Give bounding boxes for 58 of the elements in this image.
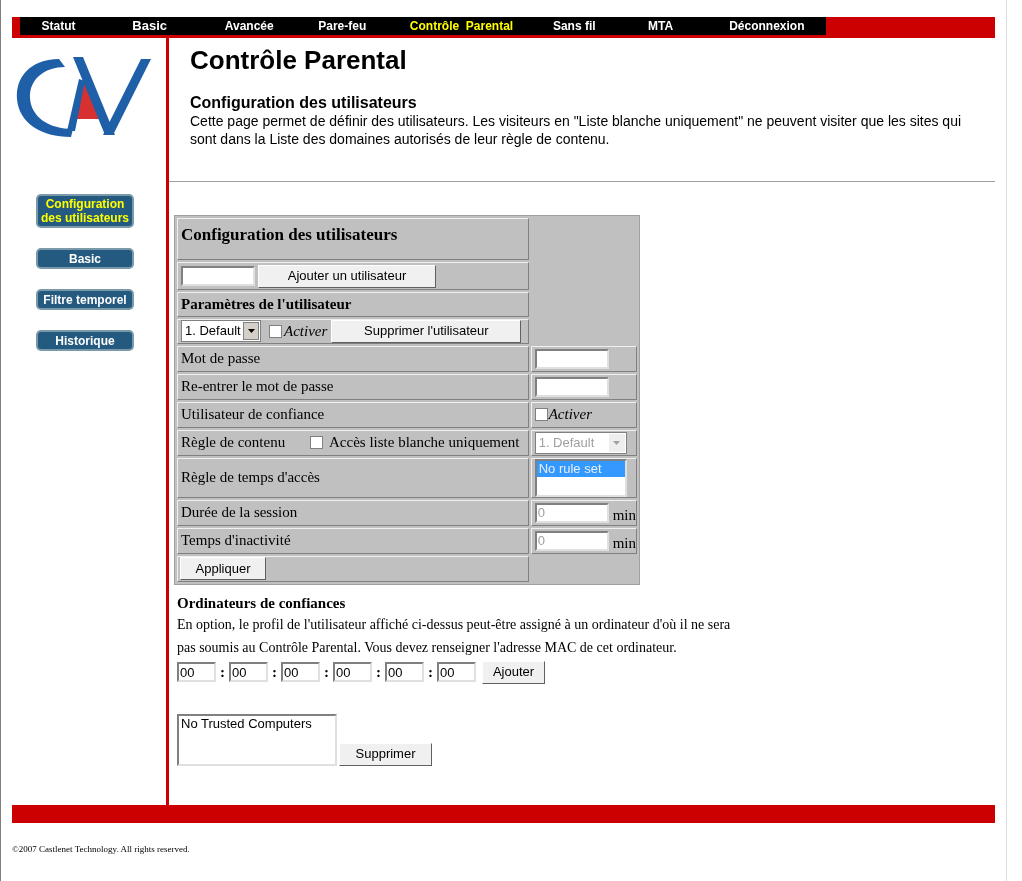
add-user-button[interactable]: Ajouter un utilisateur xyxy=(258,264,436,288)
add-button[interactable]: Ajouter xyxy=(482,660,545,684)
nav-tab[interactable]: Avancée xyxy=(202,17,297,35)
row-label: Règle de contenu xyxy=(181,433,287,453)
caret-icon xyxy=(247,329,255,333)
unit-label: min xyxy=(612,534,636,551)
checkbox-label: Accès liste blanche uniquement xyxy=(329,433,520,453)
dropdown[interactable]: 1. Default xyxy=(181,320,261,342)
section-title: Configuration des utilisateurs xyxy=(190,94,418,112)
mac-field[interactable]: 00 xyxy=(385,662,424,682)
apply-button[interactable]: Appliquer xyxy=(180,557,266,580)
row-label: Mot de passe xyxy=(181,350,261,367)
input-field[interactable] xyxy=(181,266,255,286)
sidebar-button[interactable]: Basic xyxy=(36,248,134,269)
mac-field[interactable]: 00 xyxy=(177,662,216,682)
copyright-text: ©2007 Castlenet Technology. All rights reserved. xyxy=(12,843,191,856)
delete-button[interactable]: Supprimer xyxy=(339,742,432,766)
section-heading: Ordinateurs de confiances xyxy=(177,593,347,613)
mac-field[interactable]: 00 xyxy=(229,662,268,682)
unit-label: min xyxy=(612,506,636,523)
mac-field[interactable]: 00 xyxy=(281,662,320,682)
mac-field[interactable]: 00 xyxy=(437,662,476,682)
sidebar-button[interactable]: Filtre temporel xyxy=(36,289,134,310)
row-label: Temps d'inactivité xyxy=(181,532,291,549)
checkbox[interactable] xyxy=(534,408,548,421)
password-field[interactable] xyxy=(534,348,609,369)
list-box[interactable]: No Trusted Computers xyxy=(177,713,337,766)
list-option[interactable]: No Trusted Computers xyxy=(179,715,335,732)
trusted-description: En option, le profil de l'utilisateur affiché ci-dessus peut-être assigné à un ordinateur d'où il ne sera pas soumis au Contrôle Parental. Vous devez renseigner l'adresse MAC de cet ordinateur. xyxy=(177,615,732,657)
password-field[interactable] xyxy=(534,376,609,397)
section-heading: Paramètres de l'utilisateur xyxy=(181,296,352,312)
checkbox[interactable] xyxy=(269,324,282,338)
nav-tab[interactable]: Statut xyxy=(20,17,98,35)
separator-text: : xyxy=(427,662,434,682)
page-description: Cette page permet de définir des utilisateurs. Les visiteurs en "Liste blanche uniquement" ne peuvent visiter que les sites qui sont dans la Liste des domaines autorisés de leur règle de contenu. xyxy=(190,112,963,148)
nav-tab[interactable]: MTA xyxy=(613,17,708,35)
sidebar-button[interactable]: Historique xyxy=(36,330,134,351)
checkbox-label: Activer xyxy=(548,405,592,425)
caret-icon xyxy=(613,440,621,445)
delete-user-button[interactable]: Supprimer l'utilisateur xyxy=(331,319,522,343)
nav-tab[interactable]: Contrôle Parental xyxy=(388,17,535,35)
row-label: Règle de temps d'accès xyxy=(181,469,320,486)
row-label: Durée de la session xyxy=(181,504,298,521)
sidebar-button[interactable]: Configuration des utilisateurs xyxy=(36,194,134,228)
nav-tab[interactable]: Sans fil xyxy=(534,17,614,35)
page-title: Contrôle Parental xyxy=(190,44,408,76)
separator-text: : xyxy=(271,662,278,682)
separator-text: : xyxy=(323,662,330,682)
separator-text: : xyxy=(375,662,382,682)
mac-field[interactable]: 00 xyxy=(333,662,372,682)
nav-tab[interactable]: Pare-feu xyxy=(296,17,389,35)
checkbox-label: Activer xyxy=(284,321,328,341)
separator-text: : xyxy=(219,662,226,682)
nav-tab[interactable]: Déconnexion xyxy=(707,17,826,35)
nav-tab[interactable]: Basic xyxy=(97,16,203,36)
table-title: Configuration des utilisateurs xyxy=(181,225,398,244)
row-label: Re-entrer le mot de passe xyxy=(181,378,334,395)
row-label: Utilisateur de confiance xyxy=(181,406,325,423)
